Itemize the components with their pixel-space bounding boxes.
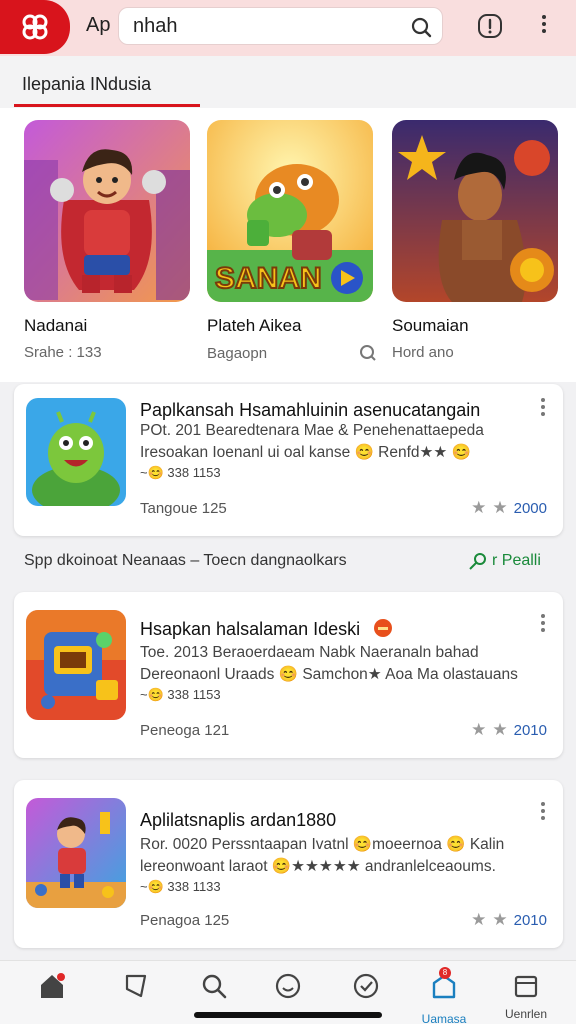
featured-art-warrior (392, 120, 558, 302)
app-stat-line: ~😊 338 1153 (140, 687, 221, 702)
featured-card[interactable]: Nadanai Srahe : 133 (24, 120, 194, 361)
search-icon[interactable] (410, 16, 432, 38)
app-title-text: Hsapkan halsalaman Ideski (140, 619, 361, 639)
library-icon (514, 975, 538, 998)
featured-art-hero (24, 120, 190, 302)
featured-subtitle: Bagaopn (207, 344, 377, 362)
see-all-label: r Pealli (492, 552, 541, 569)
tab-indicator (14, 104, 200, 107)
alert-icon[interactable] (476, 12, 504, 40)
app-icon (26, 610, 126, 720)
app-desc-line: Ror. 0020 Perssntaapan Ivatnl 😊moeernoa … (140, 836, 505, 853)
featured-title: Nadanai (24, 316, 88, 335)
more-options-icon[interactable] (532, 12, 556, 40)
app-desc-line: Dereonaonl Uraads 😊 Samchon★ Aoa Ma olas… (140, 666, 518, 683)
app-desc-line: Iresoakan Ioenanl ui oal kanse 😊 Renfd★★… (140, 444, 471, 461)
featured-title: Plateh Aikea (207, 316, 302, 335)
app-desc-line: Toe. 2013 Beraoerdaeam Nabk Naeranaln ba… (140, 644, 479, 661)
app-stat-line: ~😊 338 1133 (140, 879, 221, 894)
logo-icon (22, 14, 48, 40)
app-title[interactable]: Hsapkan halsalaman Ideski (140, 618, 393, 640)
search-icon (202, 974, 227, 999)
featured-subtitle: Hord ano (392, 344, 454, 361)
nav-item-home[interactable] (22, 971, 82, 1021)
home-indicator (194, 1012, 382, 1018)
star-icon: ★ (492, 498, 508, 517)
search-icon[interactable] (359, 344, 377, 362)
app-list-item[interactable]: Hsapkan halsalaman Ideski Toe. 2013 Bera… (14, 592, 563, 758)
section-title: Ilepania INdusia (22, 74, 152, 94)
clock-icon (353, 973, 379, 999)
banner-text: SANAN (215, 262, 322, 295)
more-options-icon[interactable] (539, 398, 547, 418)
notification-badge: 8 (439, 967, 451, 979)
see-all-link[interactable]: r Pealli (468, 552, 541, 570)
nav-label: Uenrlen (504, 1007, 548, 1021)
app-list-item[interactable]: Aplilatsnaplis ardan1880 Ror. 0020 Perss… (14, 780, 563, 948)
app-rating: ★ ★ 2000 (471, 498, 547, 518)
featured-card[interactable]: SANAN Plateh Aikea Bagaopn (207, 120, 377, 362)
app-rating: ★ ★ 2010 (471, 720, 547, 740)
app-icon (26, 798, 126, 908)
nav-item-updates[interactable]: 8 Uamasa (414, 967, 474, 1024)
app-meta: Tangoue 125 (140, 500, 227, 517)
app-title[interactable]: Paplkansah Hsamahluinin asenucatangain (140, 400, 480, 421)
star-icon: ★ (471, 910, 487, 929)
featured-card[interactable]: Soumaian Hord ano (392, 120, 562, 361)
app-meta: Penagoa 125 (140, 912, 230, 929)
warning-icon (374, 619, 393, 637)
nav-label: Uamasa (421, 1012, 467, 1024)
search-value: nhah (133, 14, 178, 37)
app-rating: ★ ★ 2010 (471, 910, 547, 930)
rating-value: 2000 (513, 499, 547, 517)
star-icon: ★ (471, 720, 487, 739)
rating-value: 2010 (513, 721, 547, 739)
nav-item-bookmark[interactable] (106, 971, 166, 1021)
star-icon: ★ (492, 720, 508, 739)
top-bar: Ap nhah (0, 0, 576, 56)
app-abbr: Ap (86, 14, 111, 36)
featured-subtitle-text: Bagaopn (207, 344, 268, 362)
featured-carousel[interactable]: Nadanai Srahe : 133 SANAN Plateh Aikea B… (0, 108, 576, 382)
section-header: Ilepania INdusia (0, 56, 576, 108)
app-desc-line: lereonwoant laraot 😊★★★★★ andranlelceaou… (140, 858, 496, 875)
featured-art-dragon: SANAN (207, 120, 373, 302)
app-meta: Peneoga 121 (140, 722, 230, 739)
app-desc-line: POt. 201 Bearedtenara Mae & Penehenattae… (140, 422, 484, 439)
app-stat-line: ~😊 338 1153 (140, 465, 221, 480)
app-logo[interactable] (0, 0, 70, 54)
search-input[interactable]: nhah (118, 7, 443, 45)
star-icon: ★ (471, 498, 487, 517)
more-options-icon[interactable] (539, 802, 547, 822)
star-icon: ★ (492, 910, 508, 929)
app-icon (26, 398, 126, 506)
link-icon (469, 553, 486, 570)
featured-title: Soumaian (392, 316, 469, 335)
app-title[interactable]: Aplilatsnaplis ardan1880 (140, 810, 336, 831)
bookmark-icon (125, 974, 147, 998)
home-icon (41, 973, 65, 998)
rating-value: 2010 (513, 911, 547, 929)
nav-item-library[interactable]: Uenrlen (496, 971, 556, 1021)
more-options-icon[interactable] (539, 614, 547, 634)
app-list-item[interactable]: Paplkansah Hsamahluinin asenucatangain P… (14, 384, 563, 536)
list-subheader: Spp dkoinoat Neanaas – Toecn dangnaolkar… (24, 552, 347, 569)
smile-icon (275, 973, 301, 999)
featured-subtitle: Srahe : 133 (24, 344, 102, 361)
